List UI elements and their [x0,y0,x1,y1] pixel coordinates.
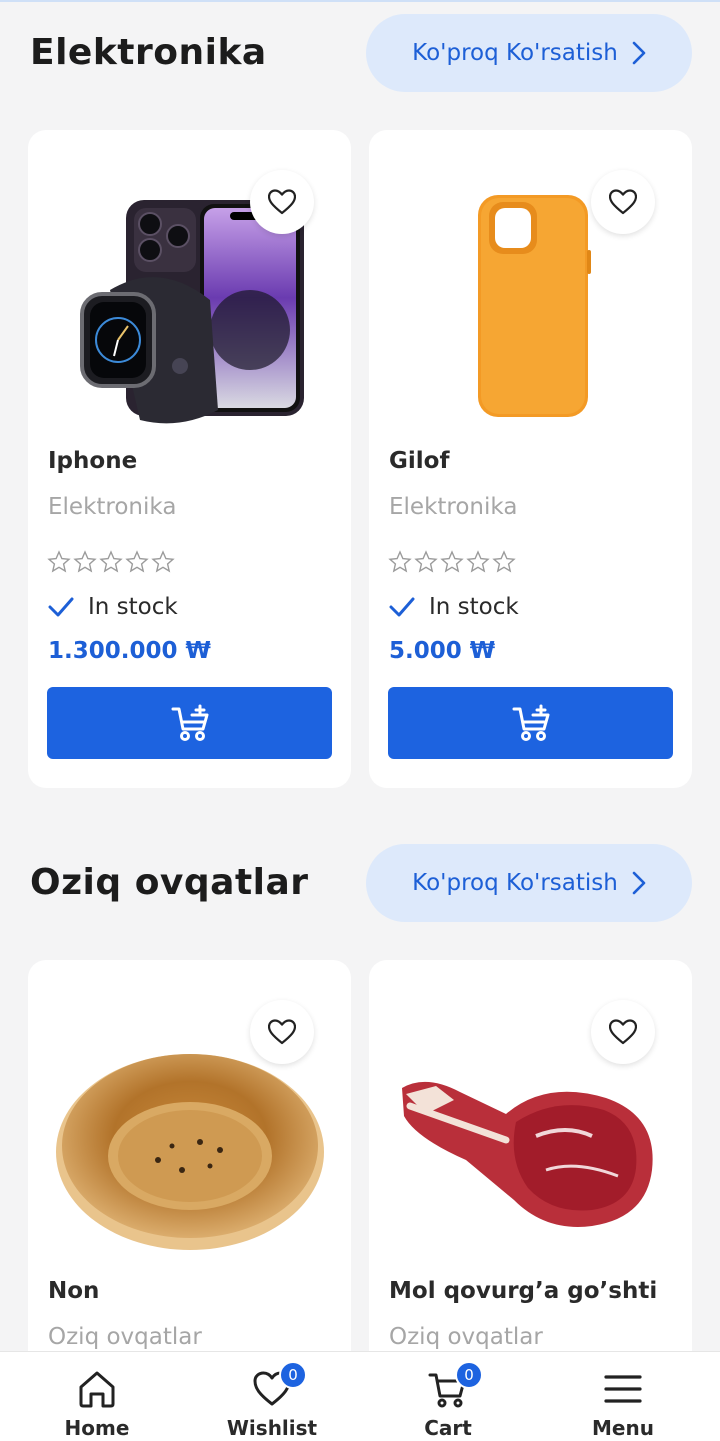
product-category: Elektronika [389,494,518,520]
rating-stars [388,550,516,574]
beef-rib-image [401,1081,653,1227]
section-header-food: Oziq ovqatlar Ko'proq Ko'rsatish [0,844,720,924]
product-price: 5.000 ₩ [389,638,496,664]
menu-icon [604,1375,642,1403]
cart-add-icon [171,704,208,741]
cart-count-badge: 0 [455,1361,483,1389]
wishlist-toggle[interactable] [250,170,314,234]
chevron-right-icon [632,871,646,895]
bottom-navigation: Home 0 Wishlist 0 Cart Menu [0,1351,720,1441]
nav-menu[interactable]: Menu [533,1352,713,1441]
product-category: Oziq ovqatlar [48,1324,202,1350]
heart-icon [609,189,637,215]
nav-home-label: Home [64,1416,130,1440]
star-icon [47,550,71,573]
section-header-electronics: Elektronika Ko'proq Ko'rsatish [0,14,720,94]
add-to-cart-button[interactable] [47,687,332,759]
nav-cart[interactable]: 0 Cart [358,1352,538,1441]
star-icon [388,550,412,573]
section-title: Elektronika [30,32,267,73]
heart-icon [609,1019,637,1045]
product-card[interactable]: Mol qovurg’a go’shti Oziq ovqatlar [369,960,692,1390]
nav-menu-label: Menu [592,1416,654,1440]
star-icon [125,550,149,573]
nav-wishlist[interactable]: 0 Wishlist [182,1352,362,1441]
product-card[interactable]: Non Oziq ovqatlar [28,960,351,1390]
check-icon [389,597,415,617]
stock-status: In stock [389,594,519,620]
heart-icon [268,189,296,215]
show-more-label: Ko'proq Ko'rsatish [412,870,618,896]
stock-label: In stock [88,594,178,620]
cart-add-icon [512,704,549,741]
heart-icon [268,1019,296,1045]
product-name[interactable]: Non [48,1278,99,1304]
top-accent-line [0,0,720,2]
nav-wishlist-label: Wishlist [226,1416,318,1440]
show-more-button[interactable]: Ko'proq Ko'rsatish [366,14,692,92]
wishlist-toggle[interactable] [591,1000,655,1064]
star-icon [492,550,516,573]
wishlist-toggle[interactable] [591,170,655,234]
star-icon [99,550,123,573]
product-name[interactable]: Iphone [48,448,137,474]
show-more-label: Ko'proq Ko'rsatish [412,40,618,66]
add-to-cart-button[interactable] [388,687,673,759]
nav-home[interactable]: Home [7,1352,187,1441]
star-icon [151,550,175,573]
stock-status: In stock [48,594,178,620]
product-name[interactable]: Gilof [389,448,449,474]
check-icon [48,597,74,617]
section-title: Oziq ovqatlar [30,862,309,903]
product-price: 1.300.000 ₩ [48,638,211,664]
star-icon [466,550,490,573]
chevron-right-icon [632,41,646,65]
product-card[interactable]: Gilof Elektronika In stock 5.000 ₩ [369,130,692,788]
product-category: Oziq ovqatlar [389,1324,543,1350]
product-name[interactable]: Mol qovurg’a go’shti [389,1278,657,1304]
stock-label: In stock [429,594,519,620]
show-more-button[interactable]: Ko'proq Ko'rsatish [366,844,692,922]
wishlist-count-badge: 0 [279,1361,307,1389]
wishlist-toggle[interactable] [250,1000,314,1064]
star-icon [414,550,438,573]
product-card[interactable]: Iphone Elektronika In stock 1.300.000 ₩ [28,130,351,788]
home-icon [79,1371,115,1408]
product-category: Elektronika [48,494,177,520]
rating-stars [47,550,175,574]
nav-cart-label: Cart [424,1416,472,1440]
star-icon [73,550,97,573]
star-icon [440,550,464,573]
